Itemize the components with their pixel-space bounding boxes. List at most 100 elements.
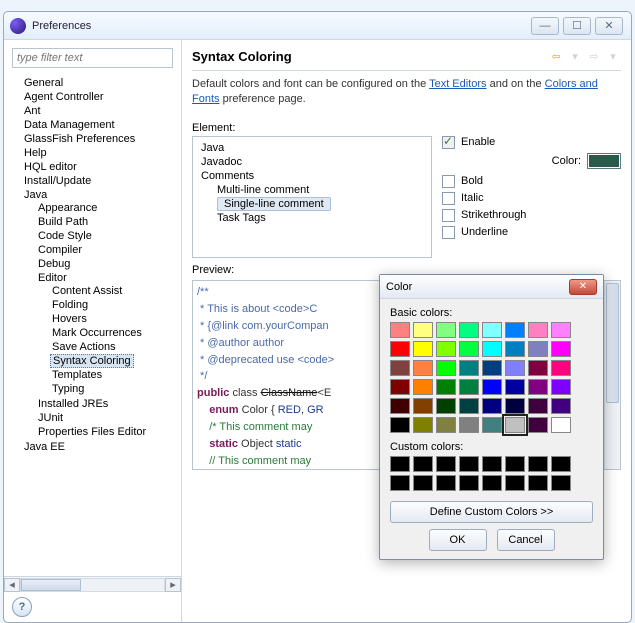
tree-item[interactable]: Java EE [8,440,177,454]
tree-item[interactable]: Appearance [22,201,177,215]
color-cell[interactable] [505,322,525,338]
color-cell[interactable] [551,360,571,376]
help-icon[interactable]: ? [12,597,32,617]
color-cell[interactable] [459,417,479,433]
preview-vscrollbar[interactable] [604,281,620,469]
color-cell[interactable] [413,360,433,376]
color-cell[interactable] [413,398,433,414]
color-cell[interactable] [528,360,548,376]
tree-item[interactable]: Install/Update [8,174,177,188]
tree-item[interactable]: JUnit [22,411,177,425]
minimize-button[interactable]: — [531,17,559,35]
vscroll-thumb[interactable] [606,283,619,403]
tree-item[interactable]: Syntax Coloring [36,354,177,368]
bold-checkbox[interactable] [442,175,455,188]
maximize-button[interactable]: ☐ [563,17,591,35]
color-cell[interactable] [436,360,456,376]
hscroll-thumb[interactable] [21,579,81,591]
scroll-right-button[interactable]: ▸ [165,578,181,592]
tree-item[interactable]: Build Path [22,215,177,229]
custom-color-cell[interactable] [413,475,433,491]
cancel-button[interactable]: Cancel [497,529,555,551]
custom-color-cell[interactable] [482,475,502,491]
element-item[interactable]: Java [197,141,427,155]
color-cell[interactable] [413,417,433,433]
tree-item[interactable]: JavaAppearanceBuild PathCode StyleCompil… [8,188,177,440]
color-cell[interactable] [482,379,502,395]
tree-item[interactable]: Installed JREs [22,397,177,411]
custom-color-cell[interactable] [482,456,502,472]
color-cell[interactable] [390,322,410,338]
tree-item[interactable]: General [8,76,177,90]
strikethrough-checkbox[interactable] [442,209,455,222]
color-cell[interactable] [482,398,502,414]
color-cell[interactable] [505,398,525,414]
tree-item[interactable]: Data Management [8,118,177,132]
color-dialog-close-button[interactable]: ✕ [569,279,597,295]
color-cell[interactable] [528,417,548,433]
color-cell[interactable] [390,379,410,395]
custom-color-cell[interactable] [551,456,571,472]
italic-checkbox[interactable] [442,192,455,205]
color-cell[interactable] [505,417,525,433]
custom-color-cell[interactable] [505,475,525,491]
define-custom-colors-button[interactable]: Define Custom Colors >> [390,501,593,523]
color-cell[interactable] [482,322,502,338]
color-cell[interactable] [551,398,571,414]
custom-color-cell[interactable] [390,475,410,491]
element-list[interactable]: JavaJavadocCommentsMulti-line commentSin… [192,136,432,258]
tree-item[interactable]: Templates [36,368,177,382]
color-cell[interactable] [436,379,456,395]
custom-color-cell[interactable] [413,456,433,472]
ok-button[interactable]: OK [429,529,487,551]
forward-icon[interactable]: ⇨ [586,48,602,64]
color-cell[interactable] [390,398,410,414]
color-cell[interactable] [528,379,548,395]
color-cell[interactable] [482,417,502,433]
underline-checkbox[interactable] [442,226,455,239]
tree-item[interactable]: HQL editor [8,160,177,174]
tree-item[interactable]: Save Actions [36,340,177,354]
color-cell[interactable] [413,341,433,357]
color-cell[interactable] [459,398,479,414]
tree-item[interactable]: EditorContent AssistFoldingHoversMark Oc… [22,271,177,397]
color-cell[interactable] [459,379,479,395]
tree-item[interactable]: Mark Occurrences [36,326,177,340]
tree-item[interactable]: Folding [36,298,177,312]
tree-hscrollbar[interactable]: ◂ ▸ [4,576,181,592]
color-cell[interactable] [436,322,456,338]
color-cell[interactable] [436,398,456,414]
element-item[interactable]: Multi-line comment [197,183,427,197]
color-dialog-titlebar[interactable]: Color ✕ [380,275,603,299]
scroll-left-button[interactable]: ◂ [4,578,20,592]
tree-item[interactable]: Help [8,146,177,160]
color-cell[interactable] [505,360,525,376]
tree-item[interactable]: Properties Files Editor [22,425,177,439]
tree-item[interactable]: Debug [22,257,177,271]
color-cell[interactable] [390,360,410,376]
color-cell[interactable] [551,322,571,338]
color-cell[interactable] [551,379,571,395]
color-cell[interactable] [505,341,525,357]
color-cell[interactable] [528,322,548,338]
color-cell[interactable] [459,322,479,338]
custom-color-cell[interactable] [459,475,479,491]
color-cell[interactable] [390,417,410,433]
color-cell[interactable] [459,360,479,376]
custom-color-cell[interactable] [390,456,410,472]
close-button[interactable]: ✕ [595,17,623,35]
color-cell[interactable] [413,322,433,338]
tree-item[interactable]: Compiler [22,243,177,257]
custom-color-cell[interactable] [528,475,548,491]
color-cell[interactable] [528,341,548,357]
titlebar[interactable]: Preferences — ☐ ✕ [4,12,631,40]
color-cell[interactable] [436,341,456,357]
tree-item[interactable]: Ant [8,104,177,118]
color-cell[interactable] [482,341,502,357]
enable-checkbox[interactable] [442,136,455,149]
color-cell[interactable] [551,417,571,433]
tree-item[interactable]: GlassFish Preferences [8,132,177,146]
color-cell[interactable] [390,341,410,357]
tree-item[interactable]: Content Assist [36,284,177,298]
tree-item[interactable]: Code Style [22,229,177,243]
